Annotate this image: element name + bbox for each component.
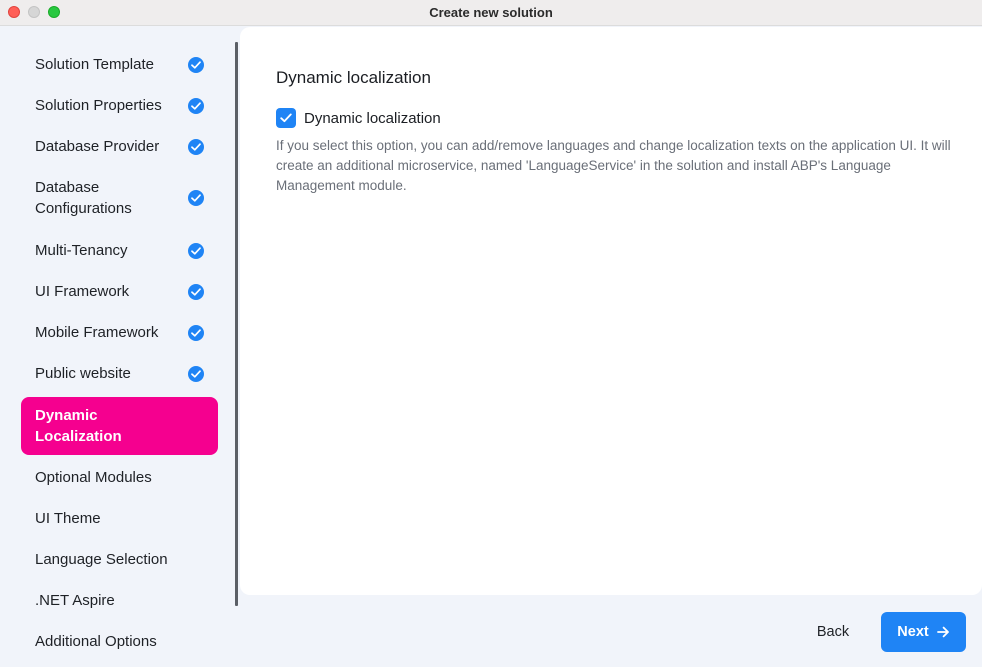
step-database-provider[interactable]: Database Provider [21, 136, 218, 157]
step-label: Multi-Tenancy [35, 242, 128, 259]
step-label: Dynamic Localization [35, 407, 122, 445]
step-label: UI Theme [35, 510, 101, 527]
step-label: UI Framework [35, 283, 130, 300]
sidebar-scrollbar[interactable] [235, 42, 238, 606]
arrow-right-icon [936, 626, 950, 638]
close-window-button[interactable] [8, 6, 20, 18]
step-public-website[interactable]: Public website [21, 363, 218, 384]
step-label: Solution Properties [35, 97, 162, 114]
check-circle-icon [188, 56, 204, 73]
window-title: Create new solution [429, 5, 553, 20]
wizard-sidebar: Solution Template Solution Properties Da… [0, 27, 238, 667]
step-label: Solution Template [35, 56, 154, 73]
check-circle-icon [188, 283, 204, 300]
step-label: Language Selection [35, 551, 168, 568]
app-window: Create new solution Solution Template So… [0, 0, 982, 667]
option-label: Dynamic localization [304, 109, 441, 127]
check-circle-icon [188, 97, 204, 114]
next-button[interactable]: Next [881, 612, 966, 652]
step-label: Mobile Framework [35, 324, 159, 341]
minimize-window-button[interactable] [28, 6, 40, 18]
dynamic-localization-option[interactable]: Dynamic localization [276, 108, 441, 128]
step-content-panel: Dynamic localization Dynamic localizatio… [240, 27, 982, 595]
step-solution-properties[interactable]: Solution Properties [21, 95, 218, 116]
checkmark-icon [280, 113, 292, 123]
option-description: If you select this option, you can add/r… [276, 138, 951, 193]
step-label: Additional Options [35, 633, 157, 650]
step-database-configurations[interactable]: Database Configurations [21, 177, 218, 219]
step-net-aspire[interactable]: .NET Aspire [21, 590, 218, 611]
step-solution-template[interactable]: Solution Template [21, 54, 218, 75]
step-mobile-framework[interactable]: Mobile Framework [21, 322, 218, 343]
step-multi-tenancy[interactable]: Multi-Tenancy [21, 240, 218, 261]
check-circle-icon [188, 365, 204, 382]
step-label: Public website [35, 365, 131, 382]
page-title: Dynamic localization [276, 68, 431, 87]
check-circle-icon [188, 138, 204, 155]
step-label: Optional Modules [35, 469, 152, 486]
dynamic-localization-checkbox[interactable] [276, 108, 296, 128]
check-circle-icon [188, 242, 204, 259]
step-ui-framework[interactable]: UI Framework [21, 281, 218, 302]
step-label: .NET Aspire [35, 592, 115, 609]
check-circle-icon [188, 190, 204, 206]
step-dynamic-localization[interactable]: Dynamic Localization [21, 397, 218, 455]
step-label: Database Provider [35, 138, 160, 155]
step-label: Database Configurations [35, 179, 132, 217]
step-additional-options[interactable]: Additional Options [21, 631, 218, 652]
back-button[interactable]: Back [802, 613, 864, 651]
step-language-selection[interactable]: Language Selection [21, 549, 218, 570]
next-button-label: Next [897, 624, 929, 640]
title-bar: Create new solution [0, 0, 982, 26]
check-circle-icon [188, 324, 204, 341]
step-ui-theme[interactable]: UI Theme [21, 508, 218, 529]
step-optional-modules[interactable]: Optional Modules [21, 467, 218, 488]
maximize-window-button[interactable] [48, 6, 60, 18]
